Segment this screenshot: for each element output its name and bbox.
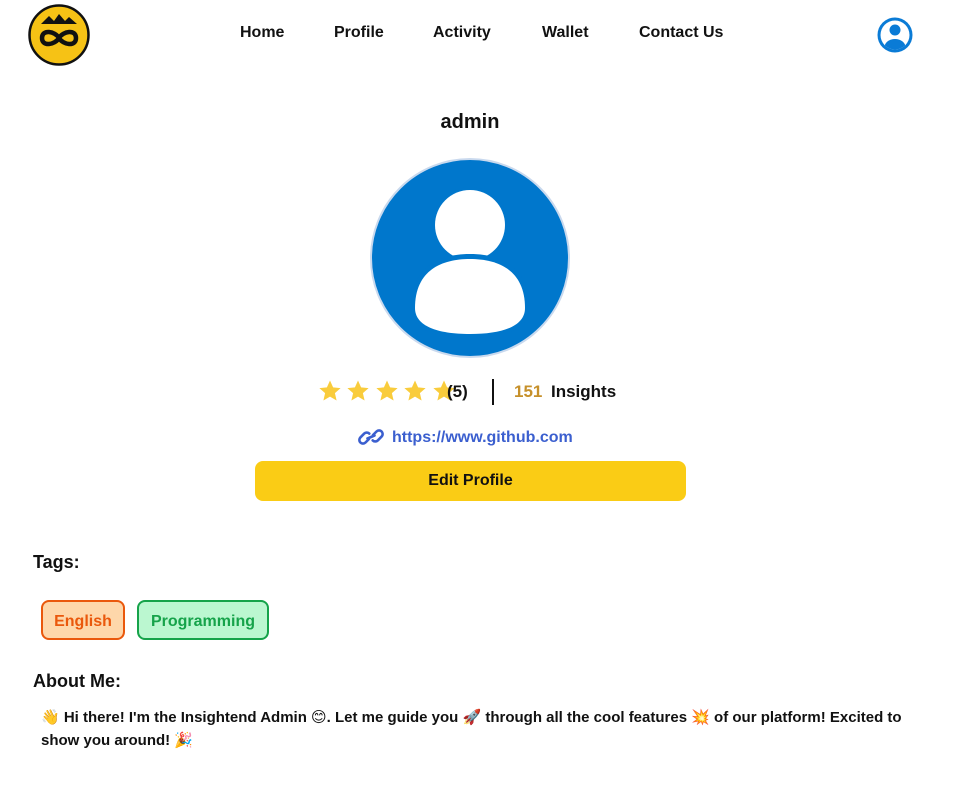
nav-home-link[interactable]: Home [240, 24, 284, 42]
insights-count: 151 [514, 382, 543, 401]
rating-count: (5) [447, 382, 468, 401]
edit-profile-button[interactable]: Edit Profile [255, 461, 686, 501]
star-icon [376, 380, 398, 401]
tag-programming[interactable]: Programming [137, 600, 269, 640]
insights-label: Insights [551, 382, 617, 401]
stats-divider [492, 379, 494, 405]
star-icon [404, 380, 426, 401]
main-nav: Home Profile Activity Wallet Contact Us [0, 24, 969, 46]
link-icon [358, 429, 384, 445]
star-icon [347, 380, 370, 401]
nav-activity-link[interactable]: Activity [433, 24, 491, 42]
nav-contact-us-link[interactable]: Contact Us [639, 24, 723, 42]
about-heading: About Me: [33, 671, 121, 691]
profile-username: admin [440, 111, 500, 133]
nav-wallet-link[interactable]: Wallet [542, 24, 589, 42]
about-text: 👋 Hi there! I'm the Insightend Admin 😊. … [41, 709, 902, 749]
user-account-icon[interactable] [876, 16, 914, 54]
star-icon [319, 380, 341, 401]
profile-avatar-icon [370, 158, 570, 358]
nav-profile-link[interactable]: Profile [334, 24, 384, 42]
tags-heading: Tags: [33, 552, 80, 572]
tag-english[interactable]: English [41, 600, 125, 640]
website-link[interactable]: https://www.github.com [392, 429, 573, 447]
rating-stars [318, 378, 456, 406]
profile-stats: (5) 151 Insights [318, 378, 638, 406]
